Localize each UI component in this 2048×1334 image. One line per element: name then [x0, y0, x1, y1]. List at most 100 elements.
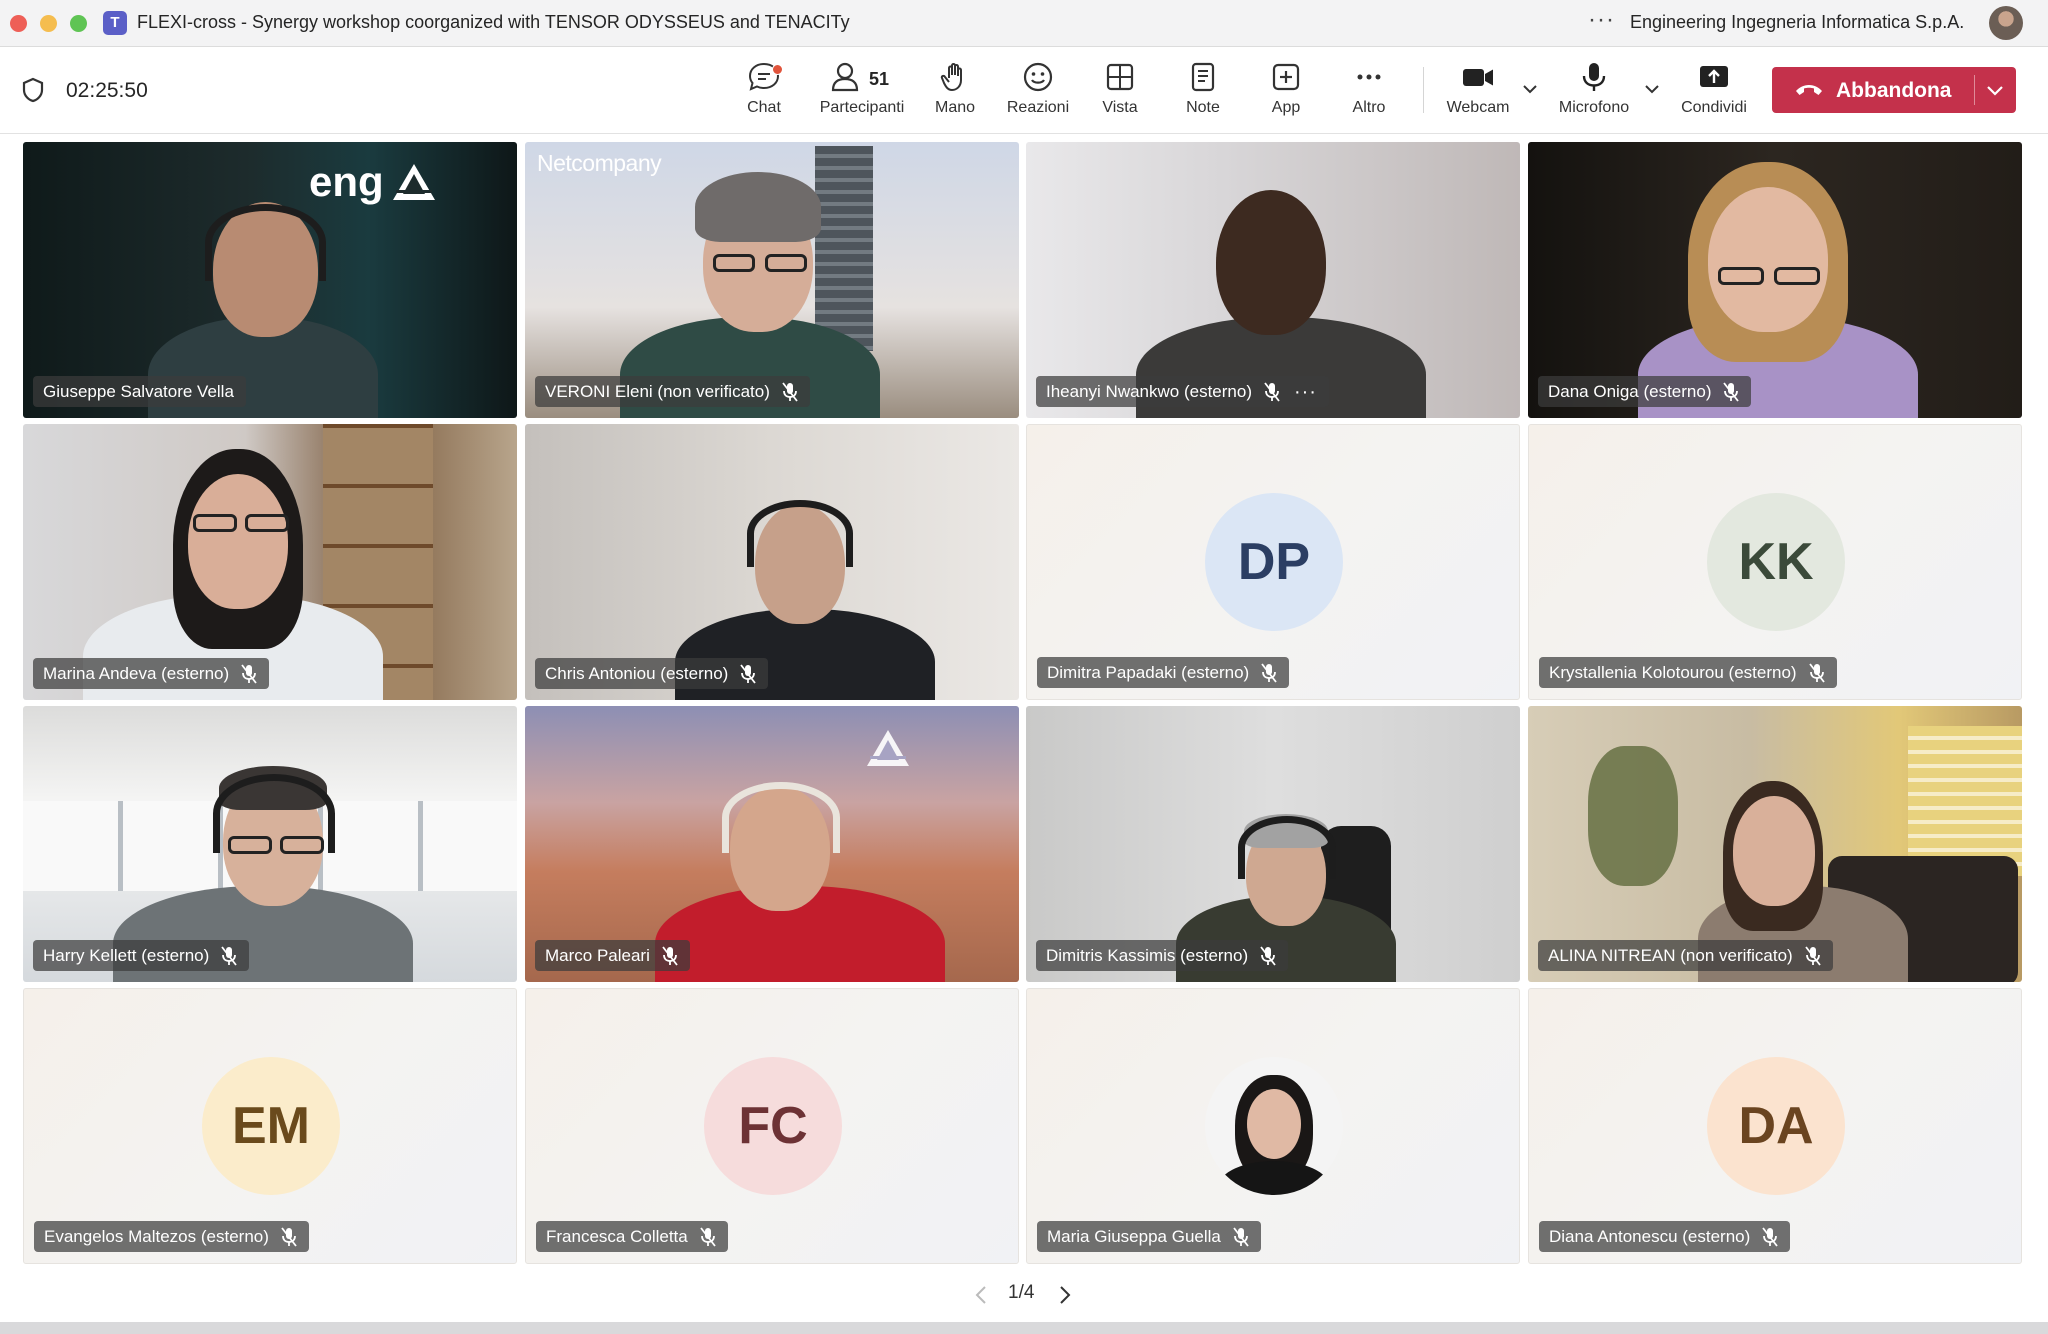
webcam-options-chevron-down-icon[interactable]: [1522, 83, 1538, 95]
participant-initials-avatar: FC: [704, 1057, 842, 1195]
participant-initials-avatar: DA: [1707, 1057, 1845, 1195]
participant-tile[interactable]: Chris Antoniou (esterno): [525, 424, 1019, 700]
share-label: Condividi: [1681, 99, 1747, 116]
teams-app-icon: T: [103, 11, 127, 35]
meeting-toolbar: 02:25:50 Chat 51 Partecipanti Mano Reazi…: [0, 47, 2048, 134]
mic-off-icon: [221, 945, 237, 966]
zoom-window-button[interactable]: [70, 15, 87, 32]
mic-off-icon: [1808, 662, 1825, 683]
participant-name: Maria Giuseppa Guella: [1047, 1226, 1221, 1246]
reactions-button[interactable]: Reazioni: [996, 55, 1080, 127]
mic-off-icon: [1762, 1226, 1779, 1247]
participant-tile[interactable]: Dimitris Kassimis (esterno): [1026, 706, 1520, 982]
notes-icon: [1191, 62, 1215, 92]
participant-tile[interactable]: ALINA NITREAN (non verificato): [1528, 706, 2022, 982]
leave-button-group: Abbandona: [1772, 67, 2016, 113]
mic-off-icon: [281, 1226, 297, 1247]
participant-initials-avatar: KK: [1707, 493, 1845, 631]
wall-chart: [1908, 726, 2022, 876]
teams-meeting-window: T FLEXI-cross - Synergy workshop coorgan…: [0, 0, 2048, 1334]
participant-name-tag: Diana Antonescu (esterno): [1539, 1221, 1791, 1252]
participant-name: VERONI Eleni (non verificato): [545, 381, 770, 401]
chat-button[interactable]: Chat: [722, 55, 806, 127]
hand-icon: [940, 63, 962, 92]
participant-name: Harry Kellett (esterno): [43, 945, 210, 965]
glasses: [280, 836, 324, 854]
participant-tile[interactable]: KK Krystallenia Kolotourou (esterno): [1528, 424, 2022, 700]
microphone-label: Microfono: [1558, 99, 1630, 116]
participant-name: Giuseppe Salvatore Vella: [43, 381, 234, 401]
hang-up-icon: [1796, 85, 1822, 95]
profile-avatar[interactable]: [1989, 6, 2023, 40]
view-label: Vista: [1102, 99, 1138, 116]
share-screen-icon: [1700, 66, 1728, 87]
participant-name: ALINA NITREAN (non verificato): [1548, 945, 1793, 965]
participant-name-tag: Dimitris Kassimis (esterno): [1036, 940, 1289, 971]
participant-tile[interactable]: Netcompany VERONI Eleni (non verificato): [525, 142, 1019, 418]
participant-more-options-icon[interactable]: ···: [1294, 382, 1317, 402]
smiley-icon: [1023, 62, 1053, 92]
participant-tile[interactable]: DA Diana Antonescu (esterno): [1528, 988, 2022, 1264]
participant-tile[interactable]: Harry Kellett (esterno): [23, 706, 517, 982]
participant-name: Iheanyi Nwankwo (esterno): [1046, 381, 1252, 401]
building: [815, 146, 873, 351]
meeting-timer: 02:25:50: [66, 79, 148, 102]
microphone-button[interactable]: Microfono: [1552, 55, 1636, 127]
glasses: [228, 836, 272, 854]
eng-logo: eng: [309, 158, 384, 205]
people-icon: [831, 62, 859, 92]
more-options-icon[interactable]: ···: [1588, 6, 1615, 34]
participant-tile[interactable]: eng Giuseppe Salvatore Vella: [23, 142, 517, 418]
organization-name[interactable]: Engineering Ingegneria Informatica S.p.A…: [1630, 12, 1964, 33]
person-body: [1219, 1161, 1329, 1195]
microphone-icon: [1582, 63, 1606, 91]
minimize-window-button[interactable]: [40, 15, 57, 32]
participant-tile[interactable]: Iheanyi Nwankwo (esterno) ···: [1026, 142, 1520, 418]
chevron-down-icon: [1987, 86, 2003, 96]
participant-name-tag: Dimitra Papadaki (esterno): [1037, 657, 1290, 688]
participant-tile[interactable]: Maria Giuseppa Guella: [1026, 988, 1520, 1264]
glasses: [193, 514, 237, 532]
toolbar-divider: [1423, 67, 1424, 113]
webcam-button[interactable]: Webcam: [1436, 55, 1520, 127]
glasses: [765, 254, 807, 272]
participant-tile[interactable]: Marina Andeva (esterno): [23, 424, 517, 700]
close-window-button[interactable]: [10, 15, 27, 32]
grid-view-icon: [1106, 63, 1134, 91]
microphone-options-chevron-down-icon[interactable]: [1644, 83, 1660, 95]
window-bottom-edge: [0, 1322, 2048, 1334]
participants-button[interactable]: 51 Partecipanti: [814, 55, 910, 127]
participant-tile[interactable]: Marco Paleari: [525, 706, 1019, 982]
participant-name-tag: Krystallenia Kolotourou (esterno): [1539, 657, 1837, 688]
leave-options-button[interactable]: [1975, 67, 2016, 113]
leave-button[interactable]: Abbandona: [1772, 67, 1974, 113]
participant-tile[interactable]: FC Francesca Colletta: [525, 988, 1019, 1264]
title-bar: T FLEXI-cross - Synergy workshop coorgan…: [0, 0, 2048, 47]
participant-name: Chris Antoniou (esterno): [545, 663, 729, 683]
raise-hand-button[interactable]: Mano: [913, 55, 997, 127]
participant-tile[interactable]: Dana Oniga (esterno): [1528, 142, 2022, 418]
mic-off-icon: [782, 381, 798, 402]
share-button[interactable]: Condividi: [1671, 55, 1757, 127]
participant-tile[interactable]: DP Dimitra Papadaki (esterno): [1026, 424, 1520, 700]
notes-button[interactable]: Note: [1161, 55, 1245, 127]
mic-off-icon: [662, 945, 678, 966]
add-app-icon: [1272, 63, 1300, 91]
page-indicator: 1/4: [1008, 1282, 1035, 1303]
mic-off-icon: [1723, 381, 1740, 402]
next-page-chevron-right-icon[interactable]: [1058, 1285, 1072, 1305]
participant-initials-avatar: EM: [202, 1057, 340, 1195]
mic-off-icon: [241, 663, 257, 684]
headset: [205, 204, 326, 281]
participant-name-tag: VERONI Eleni (non verificato): [535, 376, 810, 407]
participant-name: Diana Antonescu (esterno): [1549, 1226, 1751, 1246]
mic-off-icon: [1804, 945, 1821, 966]
headset: [747, 500, 853, 567]
more-button[interactable]: Altro: [1327, 55, 1411, 127]
participant-tile[interactable]: EM Evangelos Maltezos (esterno): [23, 988, 517, 1264]
apps-button[interactable]: App: [1244, 55, 1328, 127]
view-button[interactable]: Vista: [1078, 55, 1162, 127]
participant-name-tag: Giuseppe Salvatore Vella: [33, 376, 246, 407]
headset: [1238, 816, 1336, 879]
previous-page-chevron-left-icon[interactable]: [974, 1285, 988, 1305]
